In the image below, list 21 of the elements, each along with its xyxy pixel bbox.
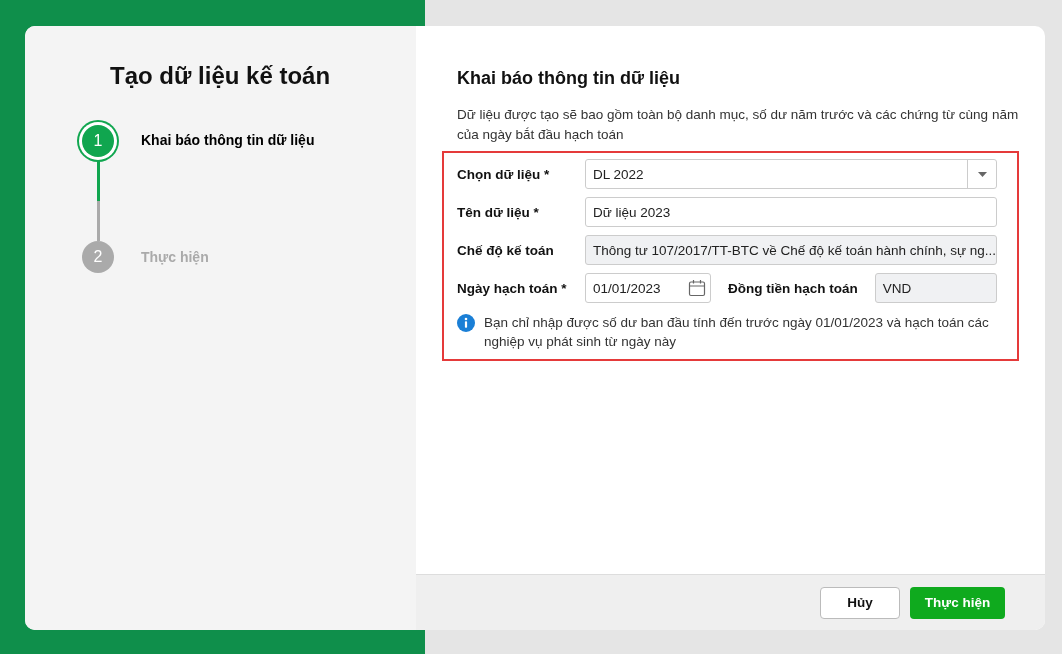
field-label: Chế độ kế toán <box>456 242 555 258</box>
wizard-title: Tạo dữ liệu kế toán <box>110 62 332 90</box>
cancel-button[interactable]: Hủy <box>820 586 900 619</box>
step-label: Thực hiện <box>141 249 209 265</box>
readonly-field: Thông tư 107/2017/TT-BTC về Chế độ kế toán hành chính, sự ng... <box>584 235 997 265</box>
field-label: Tên dữ liệu * <box>456 204 540 220</box>
step-label: Khai báo thông tin dữ liệu <box>141 132 315 148</box>
form-description: Dữ liệu được tạo sẽ bao gồm toàn bộ danh mục, số dư năm trước và các chứng từ cùng năm của ngày bắt đầu hạch toán <box>456 106 1019 144</box>
date-field[interactable]: 01/01/2023 <box>584 273 711 303</box>
caret-icon <box>977 171 987 177</box>
field-label: Ngày hạch toán * <box>456 280 568 296</box>
readonly-field: VND <box>874 273 997 303</box>
info-icon <box>456 314 475 332</box>
input-field[interactable]: Dữ liệu 2023 <box>584 197 997 227</box>
calendar-icon[interactable] <box>687 279 706 297</box>
info-note: Bạn chỉ nhập được số dư ban đầu tính đến trước ngày 01/01/2023 và hạch toán các nghiệp vụ phát sinh từ ngày này <box>483 314 990 351</box>
form-title: Khai báo thông tin dữ liệu <box>456 68 681 89</box>
field-label: Chọn dữ liệu * <box>456 166 551 182</box>
select-field[interactable]: DL 2022 <box>584 159 997 189</box>
field-label: Đồng tiền hạch toán <box>727 280 858 296</box>
step-number: 2 <box>82 241 114 273</box>
